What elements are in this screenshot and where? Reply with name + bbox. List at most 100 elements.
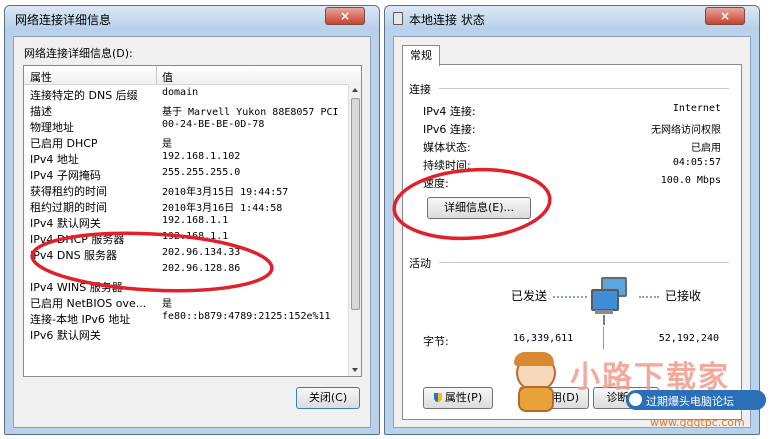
bytes-label: 字节: [423, 335, 449, 348]
details-rows: 连接特定的 DNS 后缀 domain 描述 基于 Marvell Yukon 88… [24, 86, 349, 376]
table-row[interactable]: 已启用 DHCP 是 [24, 134, 349, 150]
row-value: 192.168.1.1 [162, 231, 229, 242]
received-label: 已接收 [665, 289, 702, 303]
scroll-down-icon[interactable] [352, 368, 358, 372]
field-label-speed: 速度: [423, 177, 449, 190]
activity-line-right [639, 296, 659, 298]
table-row[interactable]: 描述 基于 Marvell Yukon 88E8057 PCI [24, 102, 349, 118]
row-value: 00-24-BE-BE-0D-78 [162, 119, 265, 130]
row-property: 物理地址 [30, 121, 74, 134]
row-property: IPv4 默认网关 [30, 217, 101, 230]
activity-divider [439, 262, 729, 263]
globe-icon [629, 393, 642, 406]
section-connection-heading: 连接 [409, 83, 431, 96]
row-property: 租约过期的时间 [30, 201, 107, 214]
row-property: 连接特定的 DNS 后缀 [30, 89, 138, 102]
bytes-sent-value: 16,339,611 [513, 333, 574, 344]
row-value: 基于 Marvell Yukon 88E8057 PCI [162, 107, 339, 118]
column-header-value[interactable]: 值 [162, 69, 173, 85]
table-row[interactable]: 202.96.128.86 [24, 262, 349, 278]
forum-badge: 过期爆头电脑论坛 [626, 390, 766, 410]
row-value: 192.168.1.102 [162, 151, 241, 162]
properties-button-label: 属性(P) [444, 391, 483, 404]
row-value: 是 [162, 139, 172, 150]
properties-button[interactable]: 属性(P) [423, 387, 493, 409]
mascot-icon [510, 352, 558, 412]
details-list-label: 网络连接详细信息(D): [24, 47, 133, 60]
row-value: domain [162, 87, 199, 98]
details-list-header: 属性 值 [24, 66, 361, 85]
table-row[interactable]: IPv4 DNS 服务器 202.96.134.33 [24, 246, 349, 262]
field-label-ipv6: IPv6 连接: [423, 123, 476, 136]
field-label-duration: 持续时间: [423, 159, 471, 172]
scrollbar-thumb[interactable] [351, 98, 360, 310]
network-adapter-icon [393, 12, 403, 25]
row-value: 是 [162, 299, 172, 310]
table-row[interactable]: 获得租约的时间 2010年3月15日 19:44:57 [24, 182, 349, 198]
row-property: IPv4 子网掩码 [30, 169, 101, 182]
close-button[interactable]: 关闭(C) [296, 387, 360, 409]
monitor-stand [595, 310, 613, 314]
details-close-icon[interactable]: × [325, 7, 365, 25]
details-listview[interactable]: 属性 值 连接特定的 DNS 后缀 domain 描述 基于 Marvell Yuk… [23, 65, 362, 377]
table-row[interactable]: IPv4 默认网关 192.168.1.1 [24, 214, 349, 230]
details-titlebar[interactable]: 网络连接详细信息 × [5, 6, 379, 30]
table-row[interactable]: 已启用 NetBIOS ove... 是 [24, 294, 349, 310]
bytes-received-value: 52,192,240 [658, 333, 719, 344]
status-close-icon[interactable]: × [705, 7, 745, 25]
details-window: 网络连接详细信息 × 网络连接详细信息(D): 属性 值 连接特定的 DNS 后… [4, 5, 380, 435]
row-property: IPv4 DNS 服务器 [30, 249, 118, 262]
forum-name: 过期爆头电脑论坛 [646, 395, 734, 408]
row-value: 2010年3月16日 1:44:58 [162, 203, 283, 214]
table-row[interactable]: 连接特定的 DNS 后缀 domain [24, 86, 349, 102]
details-window-title: 网络连接详细信息 [15, 13, 112, 27]
monitor-front [591, 289, 619, 311]
row-property: IPv4 地址 [30, 153, 79, 166]
table-row[interactable]: IPv6 默认网关 [24, 326, 349, 342]
watermark: 小路下载家 过期爆头电脑论坛 www.gqgtpc.com [500, 350, 772, 438]
network-cable [603, 315, 605, 325]
row-value: 255.255.255.0 [162, 167, 241, 178]
row-value: 202.96.128.86 [162, 263, 241, 274]
table-row[interactable]: 物理地址 00-24-BE-BE-0D-78 [24, 118, 349, 134]
row-property: 描述 [30, 105, 52, 118]
bytes-divider [603, 327, 604, 349]
sent-label: 已发送 [511, 289, 548, 303]
row-value: 202.96.134.33 [162, 247, 241, 258]
field-value-duration: 04:05:57 [672, 157, 721, 168]
table-row[interactable]: 连接-本地 IPv6 地址 fe80::b879:4789:2125:152e%1… [24, 310, 349, 326]
scroll-up-icon[interactable] [352, 88, 358, 92]
activity-line-left [553, 296, 587, 298]
shield-icon [433, 393, 442, 402]
table-row[interactable]: IPv4 WINS 服务器 [24, 278, 349, 294]
column-header-property[interactable]: 属性 [30, 69, 52, 85]
status-titlebar[interactable]: 本地连接 状态 × [385, 6, 759, 30]
row-property: 连接-本地 IPv6 地址 [30, 313, 131, 326]
section-activity-heading: 活动 [409, 257, 431, 270]
field-label-ipv4: IPv4 连接: [423, 105, 476, 118]
field-value-ipv4: Internet [672, 103, 721, 114]
table-row[interactable]: IPv4 地址 192.168.1.102 [24, 150, 349, 166]
row-property: 已启用 DHCP [30, 137, 98, 150]
field-label-media: 媒体状态: [423, 141, 471, 154]
details-client-area: 网络连接详细信息(D): 属性 值 连接特定的 DNS 后缀 domain 描述 基… [13, 36, 371, 428]
watermark-url: www.gqgtpc.com [650, 416, 745, 429]
field-value-speed: 100.0 Mbps [660, 175, 721, 186]
row-property: IPv4 DHCP 服务器 [30, 233, 125, 246]
row-property: 已启用 NetBIOS ove... [30, 297, 147, 310]
row-value: 2010年3月15日 19:44:57 [162, 187, 289, 198]
table-row[interactable]: 租约过期的时间 2010年3月16日 1:44:58 [24, 198, 349, 214]
connection-divider [439, 88, 729, 89]
field-value-ipv6: 无网络访问权限 [651, 125, 721, 136]
row-value: 192.168.1.1 [162, 215, 229, 226]
field-value-media: 已启用 [691, 143, 721, 154]
row-property: 获得租约的时间 [30, 185, 107, 198]
table-row[interactable]: IPv4 子网掩码 255.255.255.0 [24, 166, 349, 182]
row-value: fe80::b879:4789:2125:152e%11 [162, 311, 331, 322]
row-property: IPv4 WINS 服务器 [30, 281, 123, 294]
tab-general[interactable]: 常规 [402, 45, 440, 66]
table-row[interactable]: IPv4 DHCP 服务器 192.168.1.1 [24, 230, 349, 246]
row-property: IPv6 默认网关 [30, 329, 101, 342]
vertical-scrollbar[interactable] [348, 84, 361, 376]
details-button[interactable]: 详细信息(E)... [427, 197, 531, 219]
